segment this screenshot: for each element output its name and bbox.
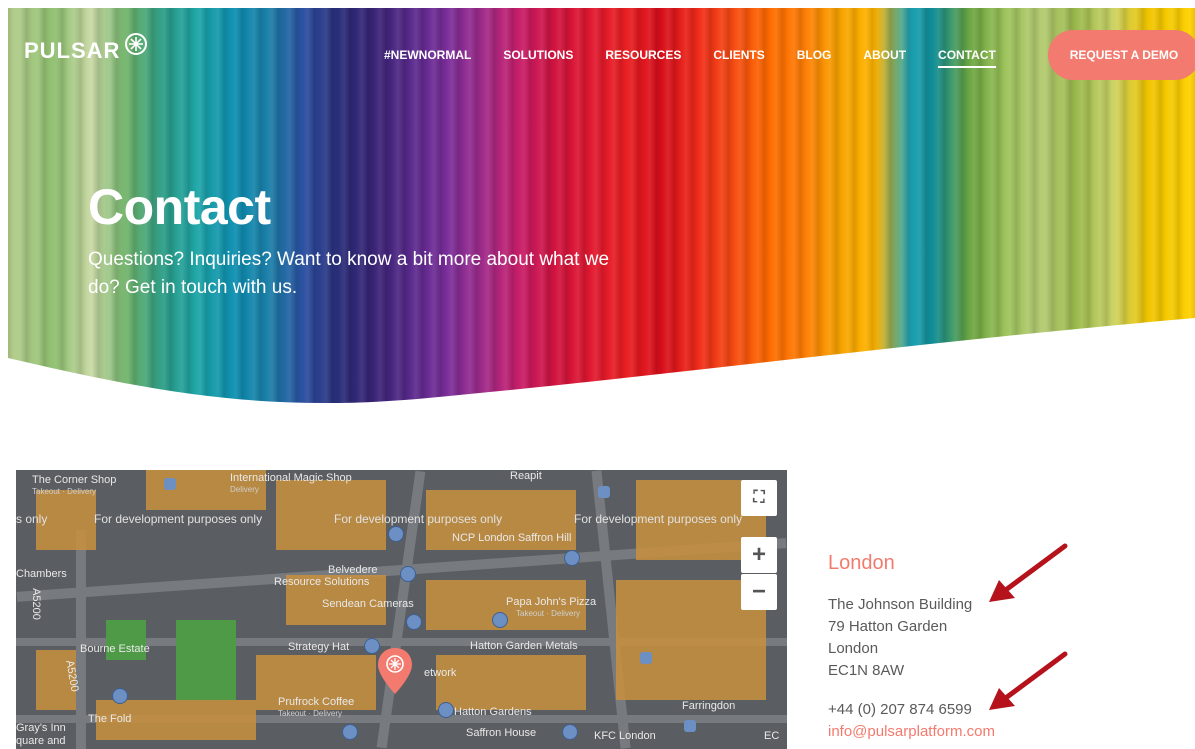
map-poi-icon: [640, 652, 652, 664]
office-address: The Johnson Building 79 Hatton Garden Lo…: [828, 594, 972, 682]
page-title: Contact: [88, 179, 271, 235]
map-label: Takeout · Delivery: [516, 609, 581, 618]
address-line: EC1N 8AW: [828, 662, 905, 679]
nav-contact[interactable]: CONTACT: [938, 48, 996, 68]
map-label: Hatton Gardens: [454, 706, 532, 718]
map-label: Saffron House: [466, 727, 537, 739]
nav-newnormal[interactable]: #NEWNORMAL: [384, 48, 471, 68]
map-poi-icon: [438, 702, 454, 718]
dev-notice: For development purposes only: [334, 512, 503, 526]
office-phone[interactable]: +44 (0) 207 874 6599: [828, 701, 972, 718]
map-label: Hatton Garden Metals: [470, 640, 578, 652]
nav-solutions[interactable]: SOLUTIONS: [503, 48, 573, 68]
map-label: Resource Solutions: [274, 576, 370, 588]
hero-wave-divider: [8, 318, 1195, 418]
annotation-arrow-icon: [989, 543, 1068, 602]
map-label: Sendean Cameras: [322, 598, 414, 610]
office-city: London: [828, 552, 895, 574]
map-poi-icon: [406, 614, 422, 630]
location-pin-icon[interactable]: [378, 648, 412, 694]
dev-notice: s only: [16, 512, 48, 526]
map-park: [176, 620, 236, 700]
location-map[interactable]: s only For development purposes only For…: [16, 470, 787, 749]
map-poi-icon: [492, 612, 508, 628]
nav-blog[interactable]: BLOG: [797, 48, 832, 68]
map-label: Papa John's Pizza: [506, 596, 597, 608]
map-label: EC: [764, 730, 780, 742]
map-poi-icon: [562, 724, 578, 740]
hero-banner: PULSAR #NEWNORMAL SOLUTIONS RESOURCES CL…: [8, 8, 1195, 418]
map-poi-icon: [112, 688, 128, 704]
annotation-arrow-icon: [989, 651, 1068, 710]
map-label: Reapit: [510, 470, 542, 482]
map-label: Chambers: [16, 568, 67, 580]
map-poi-icon: [684, 720, 696, 732]
dev-notice: For development purposes only: [574, 512, 743, 526]
map-poi-icon: [388, 526, 404, 542]
map-poi-icon: [400, 566, 416, 582]
map-poi-icon: [164, 478, 176, 490]
map-label: KFC London: [594, 730, 656, 742]
map-label: The Corner Shop: [32, 474, 117, 486]
map-label: NCP London Saffron Hill: [452, 532, 572, 544]
map-poi-icon: [598, 486, 610, 498]
pulsar-star-icon: [125, 33, 148, 55]
map-label: A5200: [29, 588, 42, 620]
address-line: 79 Hatton Garden: [828, 618, 948, 635]
map-label: etwork: [424, 667, 457, 679]
map-label: Farringdon: [682, 700, 736, 712]
map-label: Takeout · Delivery: [32, 487, 97, 496]
map-label: Bourne Estate: [80, 643, 150, 655]
nav-clients[interactable]: CLIENTS: [713, 48, 764, 68]
dev-notice: For development purposes only: [94, 512, 263, 526]
office-email-link[interactable]: info@pulsarplatform.com: [828, 723, 995, 740]
map-poi-icon: [564, 550, 580, 566]
pulsar-logo[interactable]: PULSAR: [24, 33, 148, 64]
address-line: The Johnson Building: [828, 596, 973, 613]
map-label: Delivery: [230, 485, 259, 494]
nav-about[interactable]: ABOUT: [863, 48, 906, 68]
fullscreen-button[interactable]: ⛶: [741, 480, 777, 516]
map-label: Strategy Hat: [288, 641, 350, 653]
zoom-out-button[interactable]: −: [741, 574, 777, 610]
logo-text: PULSAR: [24, 38, 121, 63]
map-label: Gray's Inn: [16, 722, 66, 734]
map-label: Belvedere: [328, 564, 378, 576]
request-demo-button[interactable]: REQUEST A DEMO: [1048, 30, 1195, 80]
nav-resources[interactable]: RESOURCES: [605, 48, 681, 68]
map-label: International Magic Shop: [230, 472, 352, 484]
main-nav: #NEWNORMAL SOLUTIONS RESOURCES CLIENTS B…: [384, 48, 1028, 68]
map-poi-icon: [342, 724, 358, 740]
map-label: Takeout · Delivery: [278, 709, 343, 718]
map-building: [436, 655, 586, 710]
map-label: The Fold: [88, 713, 132, 725]
zoom-in-button[interactable]: +: [741, 537, 777, 573]
address-line: London: [828, 640, 879, 657]
hero-subtitle: Questions? Inquiries? Want to know a bit…: [88, 249, 610, 298]
map-label: quare and: [16, 735, 66, 747]
map-label: Prufrock Coffee: [278, 696, 355, 708]
